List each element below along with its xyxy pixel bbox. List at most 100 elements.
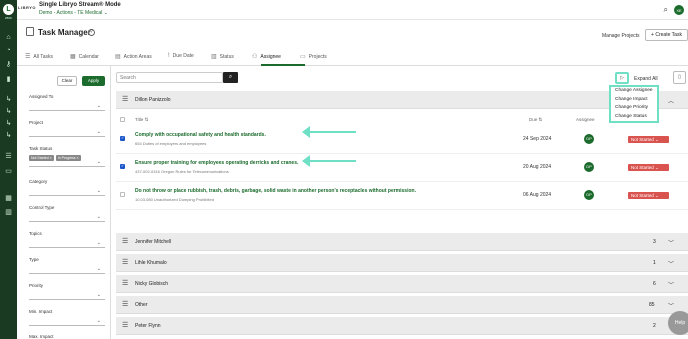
list-icon: ☰ bbox=[122, 322, 129, 329]
status-dropdown[interactable]: Not Started ⌄ bbox=[628, 136, 669, 143]
row-checkbox[interactable] bbox=[120, 135, 125, 141]
chevron-down-icon[interactable]: ﹀ bbox=[668, 280, 674, 289]
manage-projects-link[interactable]: Manage Projects bbox=[602, 33, 640, 39]
annotation-arrow bbox=[302, 126, 356, 138]
help-icon[interactable]: ? bbox=[88, 29, 95, 36]
tab-calendar[interactable]: ▦ Calendar bbox=[70, 53, 99, 61]
due-date: 24 Sep 2024 bbox=[523, 136, 552, 142]
category-select[interactable]: ⌄ bbox=[29, 186, 105, 196]
logo-letter: L bbox=[6, 6, 11, 13]
tab-status[interactable]: ▥ Status bbox=[211, 53, 234, 61]
key-icon[interactable]: ⚷ bbox=[4, 61, 13, 69]
bell-icon[interactable]: ◔ bbox=[4, 47, 13, 55]
tab-projects[interactable]: ▭ Projects bbox=[300, 53, 327, 61]
export-icon[interactable]: ▯ bbox=[673, 71, 686, 84]
assigned-to-select[interactable]: ⌄ bbox=[29, 101, 105, 111]
filter-label: Min. Impact bbox=[29, 309, 53, 314]
row-checkbox[interactable] bbox=[120, 192, 125, 197]
chevron-down-icon[interactable]: ﹀ bbox=[668, 238, 674, 247]
assignee-group-header[interactable]: ☰ Jennifer Mitchell 3 ﹀ bbox=[116, 233, 688, 251]
chevron-down-icon: ⌄ bbox=[96, 240, 101, 246]
view-tabs: ☰ All Tasks ▦ Calendar ▤ Action Areas ! Due … bbox=[17, 46, 688, 66]
title-column-header[interactable]: Title ⇅ bbox=[135, 117, 148, 123]
chevron-down-icon: ⌄ bbox=[96, 214, 101, 220]
due-column-header[interactable]: Due ⇅ bbox=[529, 117, 542, 123]
grid-icon[interactable]: ▦ bbox=[4, 195, 13, 203]
menu-item-change-priority[interactable]: Change Priority bbox=[611, 104, 657, 113]
priority-select[interactable]: ⌄ bbox=[29, 290, 105, 300]
help-button[interactable]: Help bbox=[668, 311, 688, 335]
tab-label: Status bbox=[219, 53, 234, 60]
status-chip[interactable]: Not Started × bbox=[29, 155, 54, 161]
folder-icon[interactable]: ▭ bbox=[4, 168, 13, 176]
chart-icon[interactable]: ▥ bbox=[4, 209, 13, 217]
menu-item-change-impact[interactable]: Change Impact bbox=[611, 96, 657, 105]
min-impact-select[interactable]: ⌄ bbox=[29, 316, 105, 326]
arrow-right-icon[interactable]: ↳ bbox=[4, 132, 13, 140]
chevron-down-icon[interactable]: ﹀ bbox=[668, 259, 674, 268]
filter-label: Project bbox=[29, 120, 44, 125]
menu-item-change-status[interactable]: Change Status bbox=[611, 113, 657, 122]
top-bar: LIBRYO Single Libryo Stream® Mode Demo -… bbox=[17, 0, 688, 20]
search-input[interactable]: Search bbox=[116, 72, 223, 83]
status-chip[interactable]: In Progress × bbox=[55, 155, 81, 161]
task-title[interactable]: Do not throw or place rubbish, trash, de… bbox=[135, 188, 416, 194]
active-tab-indicator bbox=[261, 64, 305, 66]
select-all-checkbox[interactable] bbox=[120, 117, 125, 122]
tab-due-date[interactable]: ! Due Date bbox=[168, 53, 194, 59]
chevron-down-icon[interactable]: ﹀ bbox=[668, 301, 674, 310]
filter-panel: Clear Apply Assigned To ⌄ Project ⌄ Task… bbox=[17, 66, 111, 339]
type-select[interactable]: ⌄ bbox=[29, 264, 105, 274]
search-icon[interactable]: ⌕ bbox=[223, 72, 238, 83]
clear-button[interactable]: Clear bbox=[57, 76, 77, 86]
row-checkbox[interactable] bbox=[120, 163, 125, 169]
tab-all-tasks[interactable]: ☰ All Tasks bbox=[25, 53, 53, 61]
topics-select[interactable]: ⌄ bbox=[29, 238, 105, 248]
libryo-logo[interactable]: L bbox=[3, 4, 14, 15]
stream-selector[interactable]: Demo - Actions - TE Medical ⌄ bbox=[39, 10, 108, 16]
task-title[interactable]: Ensure proper training for employees ope… bbox=[135, 160, 298, 166]
list-icon: ☰ bbox=[25, 54, 31, 60]
task-title[interactable]: Comply with occupational safety and heal… bbox=[135, 132, 266, 138]
chevron-down-icon: ⌄ bbox=[96, 129, 101, 135]
avatar[interactable]: DP bbox=[584, 162, 594, 172]
task-row[interactable]: Do not throw or place rubbish, trash, de… bbox=[116, 182, 688, 210]
list-icon[interactable]: ☰ bbox=[4, 153, 13, 161]
control-type-select[interactable]: ⌄ bbox=[29, 212, 105, 222]
play-icon[interactable]: ▷ bbox=[615, 72, 629, 84]
task-status-select[interactable]: Not Started × In Progress × ⌄ bbox=[29, 155, 105, 167]
project-select[interactable]: ⌄ bbox=[29, 127, 105, 137]
filter-label: Max. Impact bbox=[29, 334, 54, 339]
expand-all-button[interactable]: Expand All bbox=[634, 76, 658, 82]
avatar[interactable]: DP bbox=[584, 190, 594, 200]
menu-item-change-assignee[interactable]: Change Assignee bbox=[611, 87, 657, 96]
task-manager-icon bbox=[26, 27, 34, 36]
assignee-name: Nicky Globisch bbox=[135, 281, 169, 287]
arrow-right-icon[interactable]: ↳ bbox=[4, 108, 13, 116]
logo-caption: 250K bbox=[4, 16, 12, 20]
apply-button[interactable]: Apply bbox=[82, 76, 105, 86]
tab-assignee[interactable]: ⚇ Assignee bbox=[252, 53, 281, 61]
user-avatar[interactable]: XE bbox=[674, 5, 684, 15]
status-dropdown[interactable]: Not Started ⌄ bbox=[628, 164, 669, 171]
arrow-right-icon[interactable]: ↳ bbox=[4, 96, 13, 104]
due-date: 20 Aug 2024 bbox=[523, 164, 552, 170]
status-dropdown[interactable]: Not Started ⌄ bbox=[628, 192, 669, 199]
assignee-group-header[interactable]: ☰ Lihle Khumalo 1 ﹀ bbox=[116, 254, 688, 272]
tab-action-areas[interactable]: ▤ Action Areas bbox=[115, 53, 152, 61]
avatar[interactable]: DP bbox=[584, 134, 594, 144]
search-icon[interactable]: ⌕ bbox=[664, 5, 668, 15]
arrow-right-icon[interactable]: ↳ bbox=[4, 120, 13, 128]
tab-label: Due Date bbox=[172, 53, 194, 59]
assignee-name: Peter Flynn bbox=[135, 323, 161, 329]
create-task-button[interactable]: + Create Task bbox=[645, 29, 688, 41]
assignee-group-header[interactable]: ☰ Nicky Globisch 6 ﹀ bbox=[116, 275, 688, 293]
home-icon[interactable]: ⌂ bbox=[4, 34, 13, 42]
chevron-up-icon[interactable]: ︿ bbox=[668, 96, 674, 105]
assignee-group-header[interactable]: ☰ Other 85 ﹀ bbox=[116, 296, 688, 314]
assignee-group-header[interactable]: ☰ Peter Flynn 2 ﹀ bbox=[116, 317, 688, 335]
assignee-group-header[interactable]: ☰ Dillon Panizzolo ︿ bbox=[116, 91, 688, 109]
task-row[interactable]: Comply with occupational safety and heal… bbox=[116, 126, 688, 154]
trash-icon[interactable]: ▮ bbox=[4, 76, 13, 84]
task-row[interactable]: Ensure proper training for employees ope… bbox=[116, 154, 688, 182]
